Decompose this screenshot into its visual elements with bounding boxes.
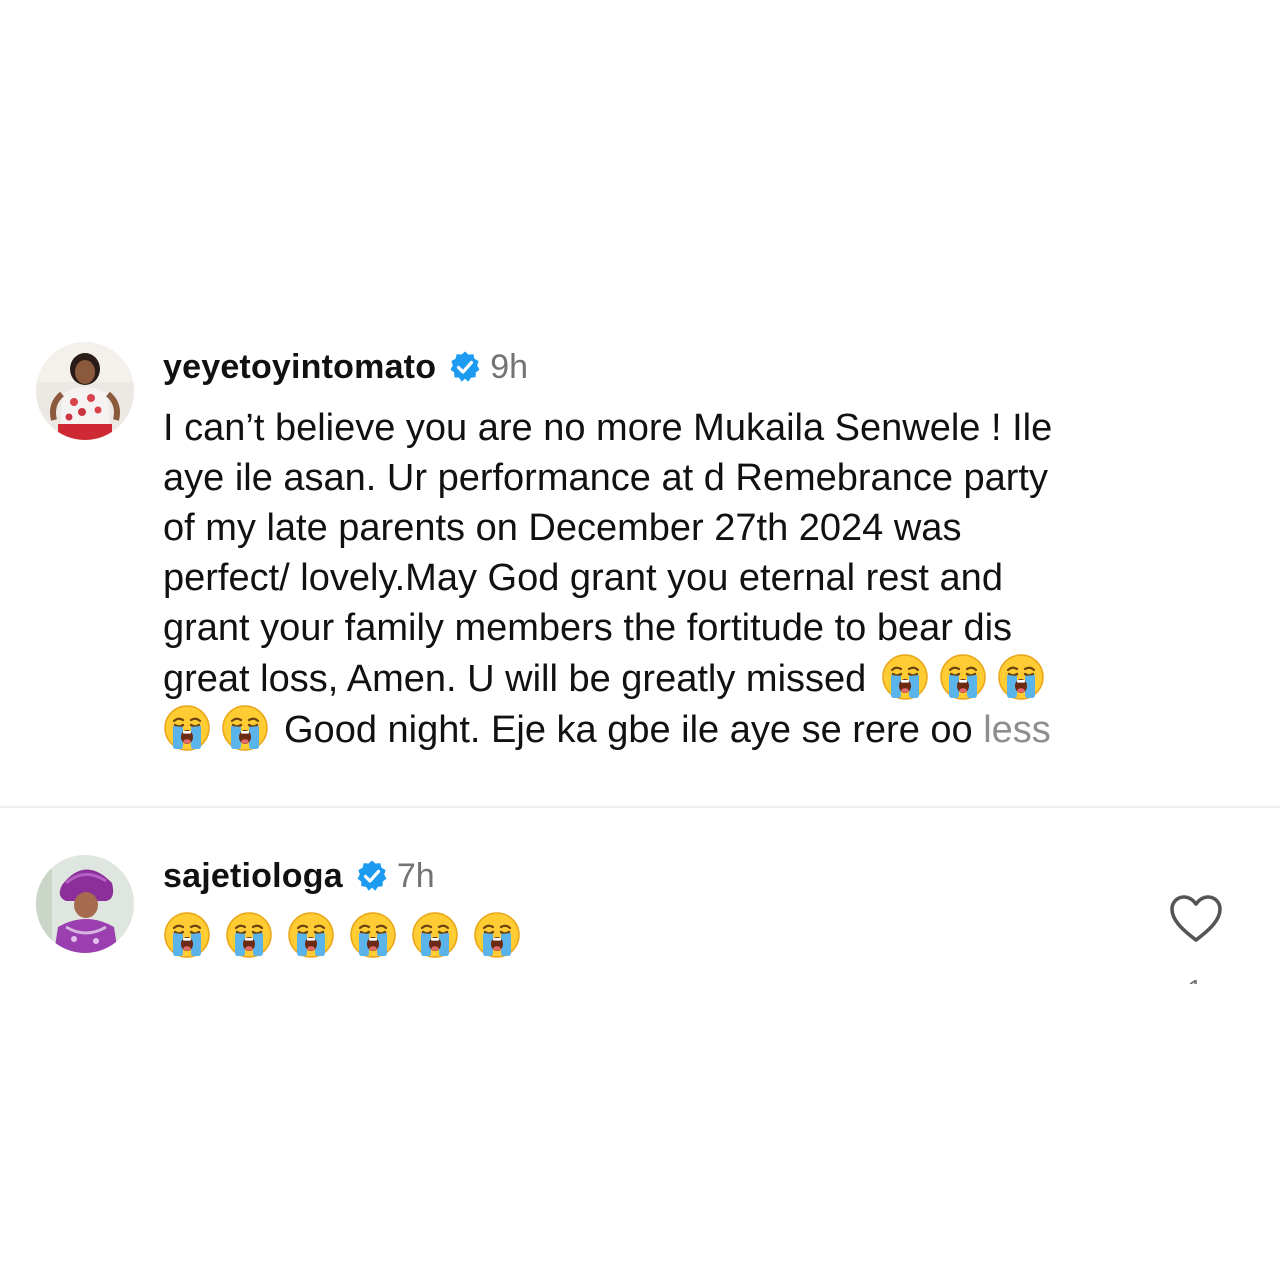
loudly-crying-face-icon (881, 653, 929, 701)
avatar[interactable] (36, 855, 134, 953)
comment-header: yeyetoyintomato 9h (163, 345, 528, 389)
comment-line: great loss, Amen. U will be greatly miss… (163, 653, 1223, 704)
comment-line: perfect/ lovely.May God grant you eterna… (163, 557, 1003, 599)
comment-line-text: Good night. Eje ka gbe ile aye se rere o… (284, 709, 973, 751)
emoji-row (163, 911, 1223, 962)
loudly-crying-face-icon (349, 911, 397, 959)
loudly-crying-face-icon (221, 704, 269, 752)
avatar[interactable] (36, 342, 134, 440)
comment-header: sajetiologa 7h (163, 854, 435, 898)
loudly-crying-face-icon (163, 911, 211, 959)
loudly-crying-face-icon (163, 704, 211, 752)
timestamp: 9h (490, 347, 529, 386)
heart-outline-icon[interactable] (1168, 893, 1224, 945)
loudly-crying-face-icon (939, 653, 987, 701)
comment-line: grant your family members the fortitude … (163, 607, 1013, 649)
verified-badge-icon (448, 350, 482, 384)
username[interactable]: sajetiologa (163, 857, 343, 896)
loudly-crying-face-icon (411, 911, 459, 959)
comment-line-text: great loss, Amen. U will be greatly miss… (163, 658, 867, 700)
verified-badge-icon (355, 859, 389, 893)
comment-line: of my late parents on December 27th 2024… (163, 507, 962, 549)
like-count: 1 (1180, 970, 1210, 984)
username[interactable]: yeyetoyintomato (163, 348, 436, 387)
comment-line: Good night. Eje ka gbe ile aye se rere o… (163, 704, 1223, 755)
loudly-crying-face-icon (473, 911, 521, 959)
comment-line: I can’t believe you are no more Mukaila … (163, 407, 1053, 449)
comment-divider (0, 806, 1280, 808)
comment-line: aye ile asan. Ur performance at d Remebr… (163, 457, 1048, 499)
timestamp: 7h (396, 856, 435, 895)
loudly-crying-face-icon (287, 911, 335, 959)
loudly-crying-face-icon (225, 911, 273, 959)
less-link[interactable]: less (983, 709, 1051, 751)
loudly-crying-face-icon (997, 653, 1045, 701)
comment-text (163, 911, 1223, 962)
comment-text: I can’t believe you are no more Mukaila … (163, 403, 1223, 755)
